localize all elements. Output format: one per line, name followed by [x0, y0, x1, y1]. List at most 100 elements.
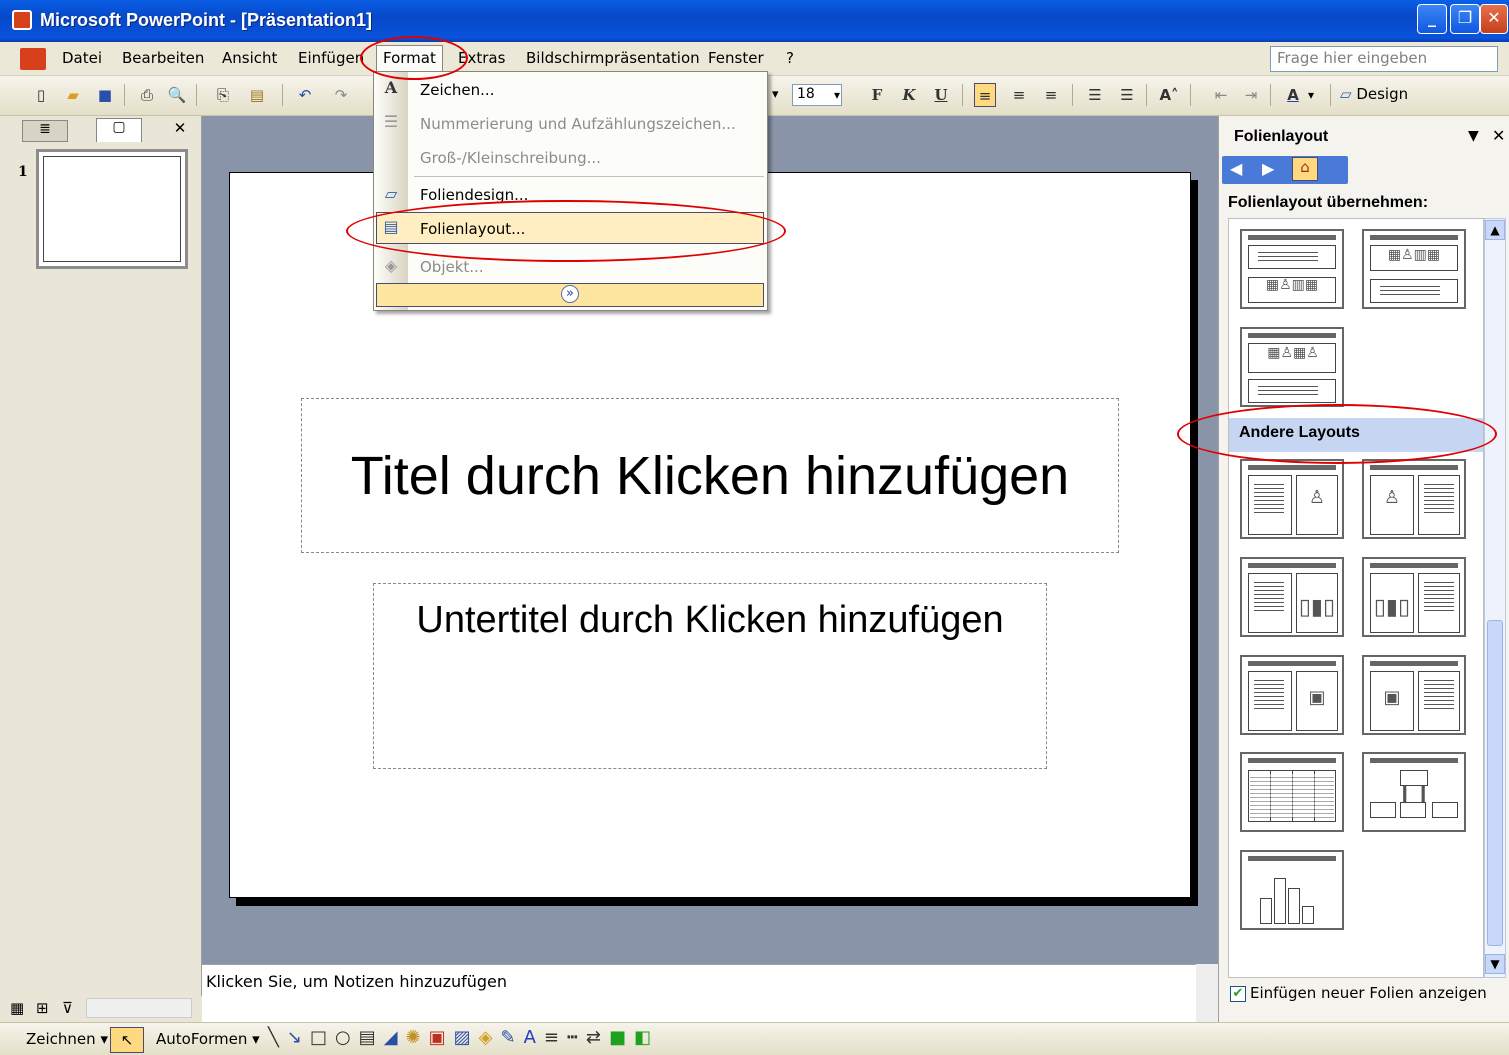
design-button-label: Design	[1356, 85, 1409, 103]
scroll-down-icon[interactable]: ▼	[1485, 954, 1505, 974]
underline-button[interactable]: U	[930, 83, 952, 107]
font-color-icon[interactable]: A	[1282, 83, 1304, 107]
align-right-icon[interactable]: ≡	[1040, 83, 1062, 107]
task-pane-close-icon[interactable]: ✕	[1492, 126, 1505, 145]
help-search-input[interactable]: Frage hier eingeben	[1270, 46, 1498, 72]
tab-slides[interactable]: ▢	[96, 118, 142, 142]
line-style-icon[interactable]: ≡	[544, 1027, 567, 1048]
increase-font-icon[interactable]: A˄	[1158, 83, 1180, 107]
back-icon[interactable]: ◀	[1230, 159, 1242, 178]
close-button[interactable]: ✕	[1480, 4, 1508, 34]
menu-einfuegen[interactable]: Einfügen	[298, 49, 364, 67]
bold-button[interactable]: F	[866, 83, 888, 107]
menu-fenster[interactable]: Fenster	[708, 49, 764, 67]
menu-item-gross-kleinschreibung[interactable]: Groß-/Kleinschreibung...	[408, 141, 766, 173]
horizontal-scrollbar[interactable]	[86, 998, 192, 1018]
new-icon[interactable]: ▯	[30, 83, 52, 107]
restore-button[interactable]: ❐	[1450, 4, 1480, 34]
wordart-icon[interactable]: ◢	[384, 1027, 406, 1048]
menu-item-zeichen[interactable]: Zeichen...	[408, 73, 766, 105]
menu-item-nummerierung[interactable]: Nummerierung und Aufzählungszeichen...	[408, 107, 766, 139]
menu-expand-icon[interactable]: »	[376, 283, 764, 307]
align-center-icon[interactable]: ≡	[1008, 83, 1030, 107]
bullet-list-icon: ☰	[383, 112, 399, 131]
minimize-button[interactable]: _	[1417, 4, 1447, 34]
title-placeholder[interactable]: Titel durch Klicken hinzufügen	[301, 398, 1119, 553]
layout-title-text-content[interactable]: ▦♙▥▦	[1240, 229, 1344, 309]
normal-view-icon[interactable]: ▦	[10, 999, 24, 1017]
3d-icon[interactable]: ◧	[634, 1027, 659, 1048]
slide-thumbnail-inner	[43, 156, 181, 262]
picture-icon[interactable]: ▨	[454, 1027, 479, 1048]
forward-icon[interactable]: ▶	[1262, 159, 1274, 178]
layout-media-text[interactable]: ▣	[1362, 655, 1466, 735]
layout-title-table[interactable]	[1240, 752, 1344, 832]
scroll-up-icon[interactable]: ▲	[1485, 220, 1505, 240]
toolbar-separator	[1270, 84, 1271, 106]
rectangle-icon[interactable]: □	[310, 1027, 335, 1048]
font-color-dropdown-arrow[interactable]: ▾	[1308, 84, 1314, 106]
checkbox-check-icon[interactable]: ✔	[1230, 985, 1246, 1002]
slide-sorter-icon[interactable]: ⊞	[36, 999, 49, 1017]
print-preview-icon[interactable]: 🔍	[166, 83, 188, 107]
diagram-icon[interactable]: ✺	[406, 1027, 429, 1048]
task-pane-dropdown-icon[interactable]: ▼	[1468, 128, 1479, 144]
increase-indent-icon[interactable]: ⇥	[1240, 83, 1262, 107]
subtitle-placeholder[interactable]: Untertitel durch Klicken hinzufügen	[373, 583, 1047, 769]
scroll-thumb[interactable]	[1487, 620, 1503, 946]
oval-icon[interactable]: ○	[335, 1027, 359, 1048]
font-color-drawing-icon[interactable]: A	[524, 1027, 544, 1048]
arrow-icon[interactable]: ↘	[287, 1027, 310, 1048]
layout-title-chart[interactable]	[1240, 850, 1344, 930]
decrease-indent-icon[interactable]: ⇤	[1210, 83, 1232, 107]
layout-title-content-text[interactable]: ▦♙▥▦	[1362, 229, 1466, 309]
italic-button[interactable]: K	[898, 83, 920, 107]
font-size-dropdown-arrow[interactable]: ▾	[834, 84, 848, 106]
clipart-icon[interactable]: ▣	[429, 1027, 454, 1048]
layout-title-four-content[interactable]: ▦♙▦♙	[1240, 327, 1344, 407]
layout-clipart-text[interactable]: ♙	[1362, 459, 1466, 539]
menu-datei[interactable]: Datei	[62, 49, 102, 67]
document-icon[interactable]	[20, 48, 46, 70]
save-icon[interactable]: ■	[94, 83, 116, 107]
menu-ansicht[interactable]: Ansicht	[222, 49, 277, 67]
font-dropdown-arrow[interactable]: ▾	[772, 84, 790, 106]
close-pane-icon[interactable]: ✕	[170, 119, 190, 141]
shadow-icon[interactable]: ■	[609, 1027, 634, 1048]
layout-chart-text[interactable]: ▯▮▯	[1362, 557, 1466, 637]
menu-bildschirmpraesentation[interactable]: Bildschirmpräsentation	[526, 49, 700, 67]
menu-bearbeiten[interactable]: Bearbeiten	[122, 49, 204, 67]
undo-icon[interactable]: ↶	[294, 83, 316, 107]
show-on-insert-checkbox[interactable]: ✔ Einfügen neuer Folien anzeigen	[1230, 984, 1487, 1002]
menu-help[interactable]: ?	[786, 49, 794, 67]
open-icon[interactable]: ▰	[62, 83, 84, 107]
autoshapes-button[interactable]: AutoFormen ▾	[156, 1030, 260, 1048]
select-pointer-icon[interactable]: ↖	[110, 1027, 144, 1053]
powerpoint-app-icon[interactable]	[12, 10, 32, 30]
notes-scrollbar[interactable]	[1196, 964, 1218, 1022]
tab-outline[interactable]: ≣	[22, 120, 68, 142]
home-icon[interactable]: ⌂	[1292, 157, 1318, 181]
paste-icon[interactable]: ▤	[246, 83, 268, 107]
print-icon[interactable]: ⎙	[136, 83, 158, 107]
toolbar-separator	[962, 84, 963, 106]
fill-color-icon[interactable]: ◈	[479, 1027, 501, 1048]
dash-style-icon[interactable]: ┅	[567, 1027, 586, 1048]
layout-title-orgchart[interactable]: ⊓	[1362, 752, 1466, 832]
copy-icon[interactable]: ⎘	[212, 83, 234, 107]
draw-menu-button[interactable]: Zeichnen ▾	[26, 1030, 108, 1048]
title-bar: Microsoft PowerPoint - [Präsentation1] _…	[0, 0, 1509, 42]
redo-icon[interactable]: ↷	[330, 83, 352, 107]
layout-text-media[interactable]: ▣	[1240, 655, 1344, 735]
textbox-icon[interactable]: ▤	[359, 1027, 384, 1048]
align-left-icon[interactable]: ≡	[974, 83, 996, 107]
slideshow-icon[interactable]: ⊽	[62, 999, 73, 1017]
bullets-icon[interactable]: ☰	[1116, 83, 1138, 107]
layout-text-clipart[interactable]: ♙	[1240, 459, 1344, 539]
numbering-icon[interactable]: ☰	[1084, 83, 1106, 107]
arrow-style-icon[interactable]: ⇄	[586, 1027, 609, 1048]
line-icon[interactable]: ╲	[268, 1027, 287, 1048]
layout-text-chart[interactable]: ▯▮▯	[1240, 557, 1344, 637]
line-color-icon[interactable]: ✎	[501, 1027, 524, 1048]
design-button[interactable]: ▱ Design	[1340, 85, 1408, 103]
